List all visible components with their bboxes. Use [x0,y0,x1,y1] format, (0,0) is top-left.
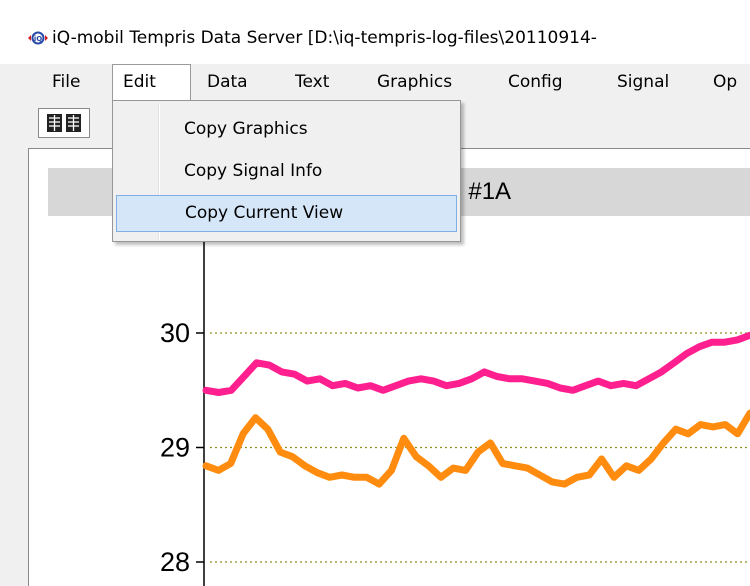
series-line-2 [202,409,750,488]
y-tick-label-30: 30 [160,318,190,348]
chart-plot: 28 29 30 [160,216,750,586]
y-tick-label-28: 28 [160,547,190,577]
menu-item-copy-signal-info[interactable]: Copy Signal Info [116,153,457,190]
menu-item-copy-current-view[interactable]: Copy Current View [116,195,457,232]
edit-menu-dropdown: Copy Graphics Copy Signal Info Copy Curr… [112,100,461,242]
series-line-1 [202,331,750,396]
y-tick-label-29: 29 [160,433,190,463]
menu-item-copy-graphics[interactable]: Copy Graphics [116,111,457,148]
app-window: iQ iQ-mobil Tempris Data Server [D:\iq-t… [0,0,750,586]
